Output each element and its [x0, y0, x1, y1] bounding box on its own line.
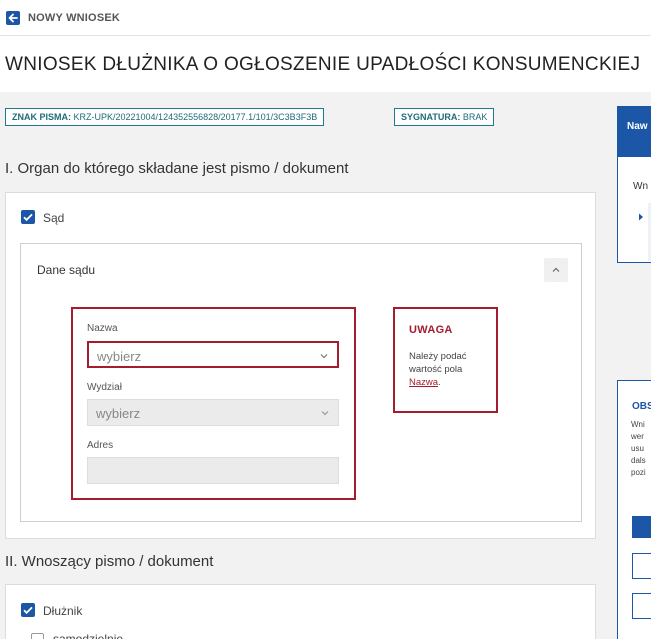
sygnatura-badge: SYGNATURA: BRAK — [394, 108, 495, 126]
obs-card: OBS Wni wer usu dals pozi — [617, 380, 651, 639]
chevron-down-icon — [320, 354, 328, 359]
adres-label: Adres — [87, 440, 114, 451]
warning-field-link[interactable]: Nazwa — [409, 377, 438, 388]
dluznik-checkbox-label: Dłużnik — [43, 604, 83, 618]
obs-title: OBS — [632, 401, 651, 412]
samodzielnie-label: samodzielnie — [53, 632, 124, 639]
znak-pisma-value: KRZ-UPK/20221004/124352556828/20177.1/10… — [73, 112, 318, 122]
caret-right-icon[interactable] — [638, 213, 644, 221]
back-arrow-icon[interactable] — [6, 11, 20, 25]
obs-line: wer — [631, 432, 644, 441]
court-form: Nazwa wybierz Wydział wybierz Adres — [71, 307, 356, 500]
top-bar: NOWY WNIOSEK — [0, 0, 651, 36]
wydzial-select[interactable]: wybierz — [87, 399, 339, 426]
warning-suffix: . — [438, 377, 441, 388]
obs-line: dals — [631, 456, 646, 465]
chevron-up-icon — [552, 267, 560, 272]
navigation-card: Naw Wn — [617, 106, 651, 263]
dluznik-checkbox[interactable] — [21, 603, 35, 617]
warning-text: Należy podać wartość pola Nazwa. — [409, 350, 493, 389]
obs-line: Wni — [631, 420, 645, 429]
znak-pisma-label: ZNAK PISMA: — [12, 112, 71, 122]
obs-tertiary-button[interactable] — [632, 593, 651, 619]
obs-primary-button[interactable] — [632, 516, 651, 538]
adres-input[interactable] — [87, 457, 339, 484]
warning-box: UWAGA Należy podać wartość pola Nazwa. — [393, 307, 498, 413]
wydzial-label: Wydział — [87, 382, 122, 393]
nazwa-select[interactable]: wybierz — [87, 341, 339, 368]
obs-text: Wni wer usu dals pozi — [631, 419, 651, 479]
dane-sadu-title: Dane sądu — [37, 263, 96, 277]
sygnatura-value: BRAK — [462, 112, 488, 122]
warning-message: Należy podać wartość pola — [409, 351, 467, 375]
obs-secondary-button[interactable] — [632, 553, 651, 579]
wnoszacy-panel: Dłużnik samodzielnie — [5, 584, 596, 639]
section-organ-heading: I. Organ do którego składane jest pismo … — [5, 160, 349, 177]
title-band: WNIOSEK DŁUŻNIKA O OGŁOSZENIE UPADŁOŚCI … — [0, 36, 651, 92]
warning-title: UWAGA — [409, 324, 453, 336]
znak-pisma-badge: ZNAK PISMA: KRZ-UPK/20221004/12435255682… — [5, 108, 325, 126]
obs-line: usu — [631, 444, 644, 453]
nazwa-select-value: wybierz — [97, 349, 142, 364]
sad-checkbox[interactable] — [21, 210, 35, 224]
nazwa-label: Nazwa — [87, 323, 118, 334]
organ-panel: Sąd Dane sądu Nazwa wybierz Wydział wybi… — [5, 192, 596, 539]
navigation-title: Naw — [618, 107, 651, 157]
sad-checkbox-label: Sąd — [43, 211, 65, 225]
back-link[interactable]: NOWY WNIOSEK — [28, 12, 120, 24]
dane-sadu-panel: Dane sądu Nazwa wybierz Wydział wybierz … — [20, 243, 582, 522]
sygnatura-label: SYGNATURA: — [401, 112, 461, 122]
obs-line: pozi — [631, 468, 646, 477]
collapse-button[interactable] — [544, 258, 568, 282]
page-title: WNIOSEK DŁUŻNIKA O OGŁOSZENIE UPADŁOŚCI … — [5, 54, 641, 75]
navigation-subtitle: Wn — [633, 181, 648, 192]
section-wnoszacy-heading: II. Wnoszący pismo / dokument — [5, 553, 214, 570]
samodzielnie-checkbox[interactable] — [31, 633, 44, 639]
wydzial-select-value: wybierz — [96, 406, 141, 421]
chevron-down-icon — [321, 411, 329, 416]
